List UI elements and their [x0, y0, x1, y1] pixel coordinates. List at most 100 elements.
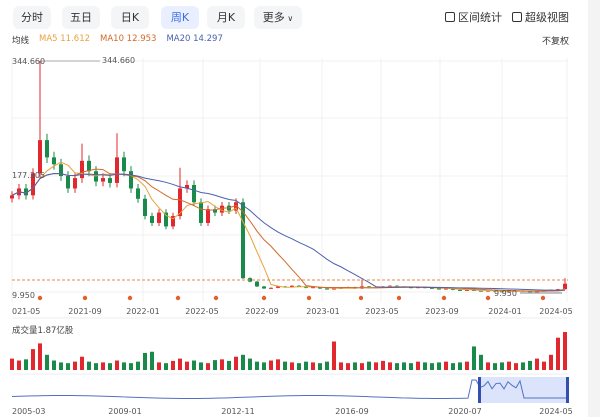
- candle-body: [325, 288, 329, 290]
- navigator-selection: [479, 377, 568, 403]
- x-axis-label: 2022-09: [245, 307, 278, 316]
- volume-bar: [206, 363, 210, 370]
- volume-bar: [241, 354, 245, 370]
- volume-bar: [262, 362, 266, 370]
- volume-bar: [479, 354, 483, 370]
- volume-bar: [563, 332, 567, 370]
- navigator-axis-label: 2005-03: [12, 407, 45, 416]
- volume-bar: [402, 362, 406, 370]
- volume-bar: [255, 361, 259, 370]
- ma5-line: [11, 161, 566, 292]
- volume-bar: [227, 360, 231, 370]
- ma20-line: [11, 172, 566, 291]
- volume-bar: [199, 362, 203, 370]
- event-dot: [175, 295, 181, 301]
- volume-bar: [80, 356, 84, 370]
- volume-bar: [66, 363, 70, 370]
- event-dot: [358, 295, 364, 301]
- volume-bar: [192, 360, 196, 370]
- candle-body: [255, 281, 259, 287]
- volume-bar: [178, 358, 182, 370]
- volume-bar: [325, 361, 329, 370]
- candle-body: [262, 286, 266, 289]
- volume-bar: [486, 362, 490, 370]
- volume-bar: [409, 363, 413, 370]
- volume-bar: [283, 361, 287, 370]
- volume-bar: [129, 363, 133, 370]
- x-axis-label: 2023-05: [365, 307, 398, 316]
- navigator-axis-label: 2024-05: [539, 407, 572, 416]
- event-dot: [396, 295, 402, 301]
- navigator-axis-label: 2020-07: [448, 407, 481, 416]
- volume-bar: [500, 362, 504, 370]
- volume-bar: [423, 362, 427, 370]
- volume-bar: [395, 363, 399, 370]
- min-marker-label: 9.950: [494, 289, 517, 298]
- volume-bar: [507, 361, 511, 370]
- volume-bar: [213, 360, 217, 370]
- volume-bar: [290, 362, 294, 370]
- volume-bar: [542, 361, 546, 370]
- volume-bar: [535, 358, 539, 370]
- volume-bar: [248, 358, 252, 370]
- candle-body: [143, 198, 147, 217]
- min-price-label: 9.950: [12, 291, 35, 300]
- volume-bar: [150, 351, 154, 370]
- volume-bar: [10, 358, 14, 370]
- volume-bar: [157, 362, 161, 370]
- volume-bar: [437, 362, 441, 370]
- volume-bar: [171, 360, 175, 370]
- candle-body: [269, 287, 273, 289]
- event-dot: [37, 295, 43, 301]
- kline-chart[interactable]: 344.660 344.660 177.305 9.950 9.950 021-05 202…: [0, 0, 600, 417]
- x-axis-label: 2022-01: [126, 307, 159, 316]
- navigator-axis-label: 2009-01: [108, 407, 141, 416]
- ma10-line: [11, 168, 566, 292]
- volume-bar: [339, 362, 343, 370]
- volume-bar: [24, 359, 28, 370]
- volume-bar: [360, 363, 364, 370]
- volume-bar: [472, 346, 476, 370]
- volume-bar: [381, 360, 385, 370]
- event-dot: [485, 295, 491, 301]
- volume-bar: [549, 354, 553, 370]
- candle-body: [80, 160, 84, 179]
- candle-body: [199, 202, 203, 223]
- volume-bar: [108, 363, 112, 370]
- candle-body: [101, 178, 105, 182]
- candle-body: [87, 160, 91, 172]
- volume-bar: [73, 361, 77, 370]
- mid-price-label: 177.305: [12, 171, 45, 180]
- volume-bar: [444, 361, 448, 370]
- volume-bar: [164, 363, 168, 370]
- volume-bar: [514, 363, 518, 370]
- volume-bar: [332, 341, 336, 370]
- volume-bar: [367, 361, 371, 370]
- volume-bar: [269, 360, 273, 370]
- event-dot: [82, 295, 88, 301]
- candle-body: [458, 289, 462, 291]
- navigator-handle[interactable]: [566, 377, 569, 403]
- candle-body: [129, 171, 133, 189]
- x-axis-label: 2022-05: [185, 307, 218, 316]
- max-price-label: 344.660: [12, 57, 45, 66]
- volume-bar: [87, 361, 91, 370]
- candle-body: [437, 288, 441, 290]
- volume-bar: [17, 360, 21, 370]
- event-dot: [261, 295, 267, 301]
- x-axis-label: 2024-01: [488, 307, 521, 316]
- event-dot: [441, 295, 447, 301]
- volume-bar: [136, 361, 140, 370]
- volume-bar: [318, 363, 322, 370]
- candle-body: [10, 195, 14, 199]
- volume-bar: [528, 360, 532, 370]
- navigator-handle[interactable]: [478, 377, 481, 403]
- candle-body: [108, 178, 112, 183]
- x-axis-label: 2021-09: [68, 307, 101, 316]
- volume-bar: [143, 352, 147, 370]
- candle-body: [66, 176, 70, 189]
- event-dot: [127, 295, 133, 301]
- event-dot: [213, 295, 219, 301]
- volume-bar: [297, 363, 301, 370]
- volume-bar: [430, 363, 434, 370]
